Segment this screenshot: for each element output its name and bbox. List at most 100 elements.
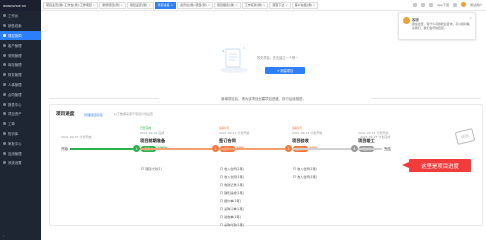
stage-item-label: 收入合同(1笔) — [224, 175, 244, 179]
sidebar-item-label: 库存管理 — [8, 63, 22, 68]
stage-item-label: 项目计划(1) — [145, 167, 162, 171]
close-tab-icon[interactable]: × — [148, 3, 150, 7]
sample-stamp: 样例 — [454, 128, 476, 145]
brand-logo: WORKSHOP OS — [0, 0, 41, 11]
sidebar-item[interactable]: 库存管理 — [0, 60, 41, 70]
tab-label: 工作任务(测) — [244, 3, 263, 7]
tab[interactable]: 工作任务(测) × — [241, 1, 269, 9]
help-icon[interactable] — [452, 2, 457, 7]
stage-item-label: 验收单(1笔) — [224, 215, 241, 219]
user-name[interactable]: 测试用户 — [470, 3, 482, 7]
close-tab-icon[interactable]: × — [121, 3, 123, 7]
circle-icon — [220, 175, 223, 178]
sidebar-item-label: 系统设置 — [8, 161, 22, 166]
stage-item-label: 采购订单(1笔) — [224, 207, 244, 211]
track-segment — [219, 148, 285, 150]
menu-icon — [3, 82, 6, 86]
tab[interactable]: 新增项目(测) × — [99, 1, 126, 9]
sidebar-item[interactable]: 项目协同 — [0, 30, 41, 41]
manage-stages-link[interactable]: 管理项目阶段 — [84, 112, 103, 117]
stage-item-label: 收入合同(1笔) — [224, 167, 244, 171]
tab[interactable]: 客户总结(测) × — [291, 1, 319, 9]
sidebar-item[interactable]: 项目资产 — [0, 109, 41, 119]
tab[interactable]: 项目进度 × — [154, 1, 176, 9]
sidebar-item[interactable]: 知识库 — [0, 129, 41, 139]
card-hint: 以下数据来源于项目计划设置 — [114, 112, 154, 116]
end-date: 2021-09-15 计划完成 — [360, 135, 391, 139]
popup-message: 我在这里，有什么问题欢迎咨询，可以随时联系我们，我们会尽快回复。 — [412, 22, 470, 31]
avatar — [403, 17, 410, 24]
tab-label: 项目进度 — [157, 3, 170, 7]
sidebar-item[interactable]: 报表中心 — [0, 99, 41, 109]
tab-label: 项目报表(测) — [217, 3, 235, 7]
close-tab-icon[interactable]: × — [235, 3, 237, 7]
sidebar-item[interactable]: 客户管理 — [0, 40, 41, 50]
app-download-link[interactable]: App下载 — [437, 3, 449, 7]
tab[interactable]: 项目报表(测) × — [214, 1, 241, 9]
sidebar-item-label: 合同管理 — [8, 92, 22, 97]
search-icon[interactable] — [413, 2, 418, 7]
tab[interactable]: 项目主页(测)-工作台(测)-工作项目 × — [43, 1, 99, 9]
stage-item[interactable]: 报价单(1笔) — [220, 198, 241, 203]
close-tab-icon[interactable]: × — [93, 3, 95, 7]
tab[interactable]: 资讯台(测)-项目(测) × — [176, 1, 214, 9]
sidebar-item[interactable]: 财务管理 — [0, 70, 41, 80]
sidebar-item-label: 工作台 — [8, 14, 19, 19]
menu-icon — [3, 63, 6, 67]
close-icon[interactable]: × — [469, 16, 472, 20]
stage-item-label: 收入合同(1笔) — [297, 175, 317, 179]
menu-icon — [3, 92, 6, 96]
sidebar-item-label: 财务管理 — [8, 73, 22, 78]
stage-item[interactable]: 收入合同(1笔) — [220, 174, 244, 179]
stage-item[interactable]: 采购付款(1笔) — [220, 222, 244, 227]
sidebar-item[interactable]: 工单 — [0, 119, 41, 129]
stage-name: 项目验收 — [292, 138, 309, 143]
stage-name: 项目前期准备 — [140, 138, 166, 143]
tab-label: 项目下达 — [272, 3, 285, 7]
stage-item[interactable]: 销售提成(1笔) — [220, 190, 244, 195]
bell-icon[interactable] — [421, 2, 426, 7]
collapse-sidebar-button[interactable]: ‹ — [3, 234, 4, 238]
sidebar-item[interactable]: 系统设置 — [0, 158, 41, 168]
sidebar-item[interactable]: 销售线索 — [0, 21, 41, 31]
stage-item[interactable]: 项目计划(1) — [141, 166, 162, 171]
menu-icon — [3, 33, 6, 37]
close-tab-icon[interactable]: × — [285, 3, 287, 7]
close-tab-icon[interactable]: × — [171, 3, 173, 7]
stage-date: 2021-09-13 计划开始 — [219, 131, 250, 135]
stage-item[interactable]: 收入合同(1笔) — [293, 174, 317, 179]
circle-icon — [220, 199, 223, 202]
new-project-button[interactable]: + 新建项目 — [265, 67, 305, 74]
stage-date: 2021-09-13 计划开始 — [292, 131, 323, 135]
circle-icon — [220, 207, 223, 210]
circle-icon — [141, 167, 144, 170]
sidebar-item[interactable]: 审批中心 — [0, 138, 41, 148]
sidebar-item[interactable]: 应用管理 — [0, 148, 41, 158]
menu-icon — [3, 53, 6, 57]
track-segment — [140, 148, 212, 150]
chat-popup[interactable]: 客服 我在这里，有什么问题欢迎咨询，可以随时联系我们，我们会尽快回复。 × — [398, 12, 476, 40]
avatar[interactable] — [460, 2, 466, 7]
sidebar-item-label: 销售线索 — [8, 24, 22, 29]
tab-bar: 项目主页(测)-工作台(测)-工作项目 × 新增项目(测) × 项目设定(测) × 项目进度… — [41, 0, 486, 11]
close-tab-icon[interactable]: × — [313, 3, 315, 7]
stage-item[interactable]: 收入合同(1笔) — [293, 166, 317, 171]
sidebar-item[interactable]: 人事管理 — [0, 80, 41, 90]
sidebar-item[interactable]: 工作台 — [0, 11, 41, 21]
stage-item[interactable]: 收款记录(1笔) — [220, 182, 244, 187]
stage-item[interactable]: 采购订单(1笔) — [220, 206, 244, 211]
sidebar-item[interactable]: 合同管理 — [0, 89, 41, 99]
stage-item[interactable]: 收入合同(1笔) — [220, 166, 244, 171]
start-date: 2021-09-15 计划开始 — [61, 135, 92, 139]
menu-icon — [3, 161, 6, 165]
tab[interactable]: 项目下达 × — [269, 1, 291, 9]
tab[interactable]: 项目设定(测) × — [126, 1, 154, 9]
track-segment — [292, 148, 351, 150]
phone-icon[interactable] — [429, 2, 434, 7]
sidebar-item[interactable]: 采购管理 — [0, 50, 41, 60]
empty-illustration-icon — [220, 47, 248, 73]
sidebar-item-label: 采购管理 — [8, 53, 22, 58]
close-tab-icon[interactable]: × — [263, 3, 265, 7]
stage-item[interactable]: 验收单(1笔) — [220, 214, 241, 219]
close-tab-icon[interactable]: × — [208, 3, 210, 7]
